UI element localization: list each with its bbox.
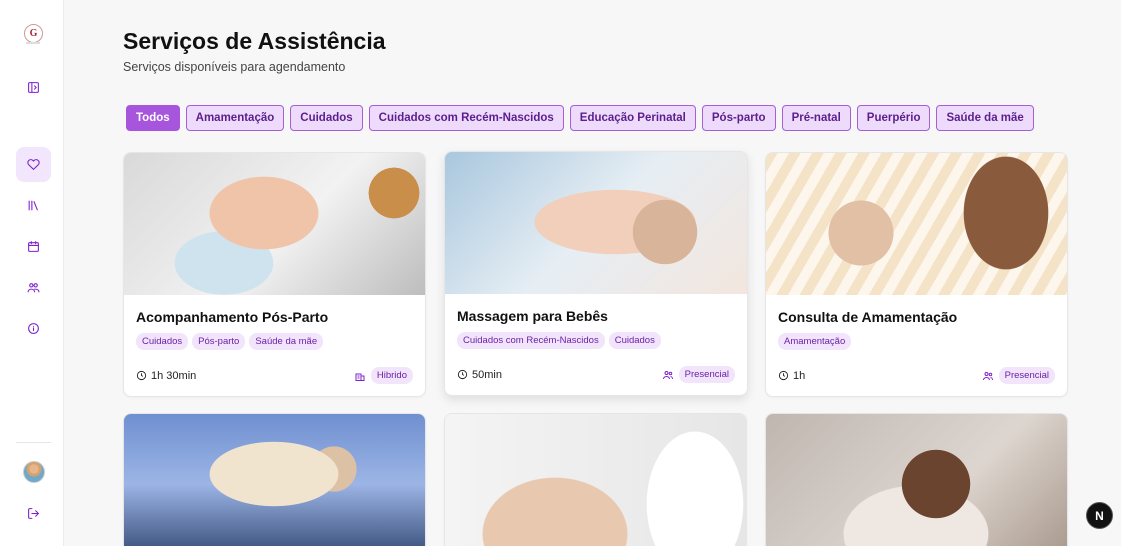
clock-icon [778,370,789,381]
clock-icon [136,370,147,381]
service-duration: 50min [457,369,502,381]
service-mode: Hibrido [354,367,413,384]
building-icon [355,373,365,381]
heart-icon [27,159,40,170]
service-mode: Presencial [662,366,735,383]
duration-text: 1h [793,369,806,382]
service-image [766,153,1067,295]
filter-chip-educacao-perinatal[interactable]: Educação Perinatal [569,105,696,131]
sidebar: G [0,0,64,546]
duration-text: 50min [472,368,502,381]
logo-subtext [26,42,40,44]
service-tag: Pós-parto [192,333,246,350]
logout-icon [28,508,39,519]
avatar[interactable] [23,461,45,483]
logo-letter: G [29,28,38,39]
service-title: Consulta de Amamentação [778,309,958,325]
service-tag: Cuidados [136,333,189,350]
service-card[interactable] [444,413,747,546]
service-card[interactable]: Massagem para Bebês Cuidados com Recém-N… [444,151,748,396]
users-icon [982,371,993,380]
nextjs-dev-badge[interactable]: N [1086,502,1113,529]
service-duration: 1h [778,370,805,382]
filter-chip-cuidados[interactable]: Cuidados [290,105,363,131]
users-icon [27,283,40,293]
app-logo[interactable]: G [24,24,43,43]
service-mode: Presencial [982,367,1055,384]
service-tag: Amamentação [778,333,852,350]
service-image [124,414,425,546]
mode-badge: Presencial [998,367,1055,384]
duration-text: 1h 30min [151,369,197,382]
service-image [445,152,747,294]
service-card[interactable]: Acompanhamento Pós-Parto Cuidados Pós-pa… [123,152,426,397]
main-content: Serviços de Assistência Serviços disponí… [64,0,1121,546]
library-icon [28,200,38,211]
service-title: Acompanhamento Pós-Parto [136,309,329,325]
panel-toggle-icon [28,82,39,93]
mode-badge: Presencial [678,366,735,383]
service-tag: Cuidados [608,332,661,349]
service-title: Massagem para Bebês [457,308,608,324]
users-icon [662,370,673,379]
service-tags: Amamentação [778,333,1055,350]
service-tag: Cuidados com Recém-Nascidos [457,332,605,349]
service-image [766,414,1067,546]
sidebar-divider [16,442,51,443]
sidebar-item-calendar[interactable] [16,229,51,264]
filter-chip-pos-parto[interactable]: Pós-parto [701,105,776,131]
page-title: Serviços de Assistência [123,28,386,54]
sidebar-item-services[interactable] [16,147,51,182]
service-tags: Cuidados Pós-parto Saúde da mãe [136,333,413,350]
clock-icon [457,369,468,380]
sidebar-item-library[interactable] [16,188,51,223]
filter-bar: Todos Amamentação Cuidados Cuidados com … [126,105,1034,131]
service-image [124,153,425,295]
service-card[interactable]: Consulta de Amamentação Amamentação 1h P… [765,152,1068,397]
filter-chip-pre-natal[interactable]: Pré-natal [781,105,851,131]
calendar-icon [28,241,39,252]
filter-chip-amamentacao[interactable]: Amamentação [185,105,285,131]
sidebar-item-info[interactable] [16,311,51,346]
service-duration: 1h 30min [136,370,196,382]
service-tag: Saúde da mãe [249,333,324,350]
filter-chip-todos[interactable]: Todos [126,105,180,131]
service-tags: Cuidados com Recém-Nascidos Cuidados [457,332,735,349]
filter-chip-cuidados-recem-nascidos[interactable]: Cuidados com Recém-Nascidos [368,105,564,131]
page-subtitle: Serviços disponíveis para agendamento [123,60,346,74]
service-image [445,414,746,546]
service-card[interactable] [765,413,1068,546]
panel-toggle-button[interactable] [16,70,51,105]
logout-button[interactable] [16,496,51,531]
info-icon [28,323,39,334]
filter-chip-puerperio[interactable]: Puerpério [856,105,931,131]
service-card[interactable] [123,413,426,546]
filter-chip-saude-da-mae[interactable]: Saúde da mãe [936,105,1034,131]
sidebar-item-users[interactable] [16,270,51,305]
mode-badge: Hibrido [370,367,413,384]
